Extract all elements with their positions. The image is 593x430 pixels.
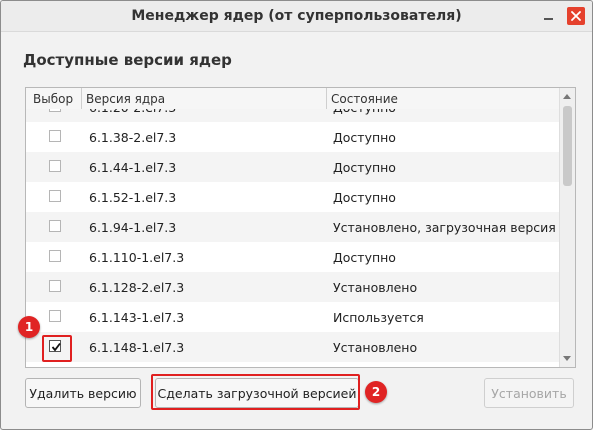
kernel-version-cell: 6.1.110-1.el7.3: [89, 250, 185, 265]
table-row[interactable]: 6.1.94-1.el7.3 Установлено, загрузочная в…: [26, 212, 559, 242]
table-row[interactable]: 6.1.44-1.el7.3 Доступно: [26, 152, 559, 182]
close-button[interactable]: [567, 7, 585, 25]
window-title: Менеджер ядер (от суперпользователя): [131, 8, 462, 24]
table-row[interactable]: 6.1.128-2.el7.3 Установлено: [26, 272, 559, 302]
highlight-checkbox-frame: [42, 335, 72, 362]
table-row[interactable]: 6.1.52-1.el7.3 Доступно: [26, 182, 559, 212]
kernel-state-cell: Установлено: [333, 340, 418, 355]
scrollbar-thumb[interactable]: [563, 106, 572, 186]
scroll-up-arrow-icon[interactable]: [563, 94, 571, 99]
kernel-state-cell: Доступно: [333, 160, 396, 175]
select-checkbox[interactable]: [49, 280, 61, 292]
kernel-state-cell: Используется: [333, 310, 424, 325]
step-badge-1: 1: [18, 316, 40, 338]
table-row[interactable]: 6.1.148-1.el7.3 Установлено: [26, 332, 559, 362]
select-checkbox[interactable]: [49, 220, 61, 232]
highlight-button-frame: [151, 374, 360, 410]
select-checkbox[interactable]: [49, 250, 61, 262]
kernel-state-cell: Доступно: [333, 250, 396, 265]
kernel-version-cell: 6.1.94-1.el7.3: [89, 220, 177, 235]
install-button[interactable]: Установить: [484, 378, 574, 408]
kernel-state-cell: Доступно: [333, 130, 396, 145]
kernel-version-cell: 6.1.52-1.el7.3: [89, 190, 177, 205]
kernel-version-cell: 6.1.143-1.el7.3: [89, 310, 185, 325]
column-header-version[interactable]: Версия ядра: [86, 92, 165, 110]
kernel-table: Выбор Версия ядра Состояние 6.1.20-2.el7…: [25, 87, 576, 368]
kernel-version-cell: 6.1.38-2.el7.3: [89, 130, 177, 145]
step-badge-2: 2: [365, 381, 387, 403]
kernel-state-cell: Доступно: [333, 109, 396, 115]
table-body: 6.1.20-2.el7.3 Доступно 6.1.38-2.el7.3 Дост…: [26, 109, 559, 367]
select-checkbox[interactable]: [49, 109, 61, 112]
kernel-version-cell: 6.1.128-2.el7.3: [89, 280, 185, 295]
column-header-select[interactable]: Выбор: [33, 92, 73, 110]
select-checkbox[interactable]: [49, 310, 61, 322]
vertical-scrollbar[interactable]: [559, 88, 575, 367]
table-row[interactable]: 6.1.110-1.el7.3 Доступно: [26, 242, 559, 272]
kernel-version-cell: 6.1.148-1.el7.3: [89, 340, 185, 355]
section-heading: Доступные версии ядер: [23, 51, 232, 69]
table-row[interactable]: 6.1.38-2.el7.3 Доступно: [26, 122, 559, 152]
kernel-state-cell: Установлено: [333, 280, 418, 295]
minimize-icon: [543, 18, 553, 20]
table-row[interactable]: 6.1.20-2.el7.3 Доступно: [26, 109, 559, 122]
select-checkbox[interactable]: [49, 130, 61, 142]
column-header-state[interactable]: Состояние: [331, 92, 398, 110]
kernel-version-cell: 6.1.20-2.el7.3: [89, 109, 176, 115]
scroll-down-arrow-icon[interactable]: [563, 356, 571, 361]
minimize-button[interactable]: [539, 7, 557, 25]
kernel-state-cell: Доступно: [333, 190, 396, 205]
kernel-version-cell: 6.1.44-1.el7.3: [89, 160, 177, 175]
remove-version-button[interactable]: Удалить версию: [25, 378, 141, 408]
table-row[interactable]: 6.1.143-1.el7.3 Используется: [26, 302, 559, 332]
close-icon: [571, 11, 581, 21]
kernel-manager-window: Менеджер ядер (от суперпользователя) Дос…: [0, 0, 593, 430]
select-checkbox[interactable]: [49, 160, 61, 172]
table-header: Выбор Версия ядра Состояние: [26, 88, 559, 110]
select-checkbox[interactable]: [49, 190, 61, 202]
kernel-state-cell: Установлено, загрузочная версия: [333, 220, 556, 235]
title-bar[interactable]: Менеджер ядер (от суперпользователя): [1, 1, 592, 32]
